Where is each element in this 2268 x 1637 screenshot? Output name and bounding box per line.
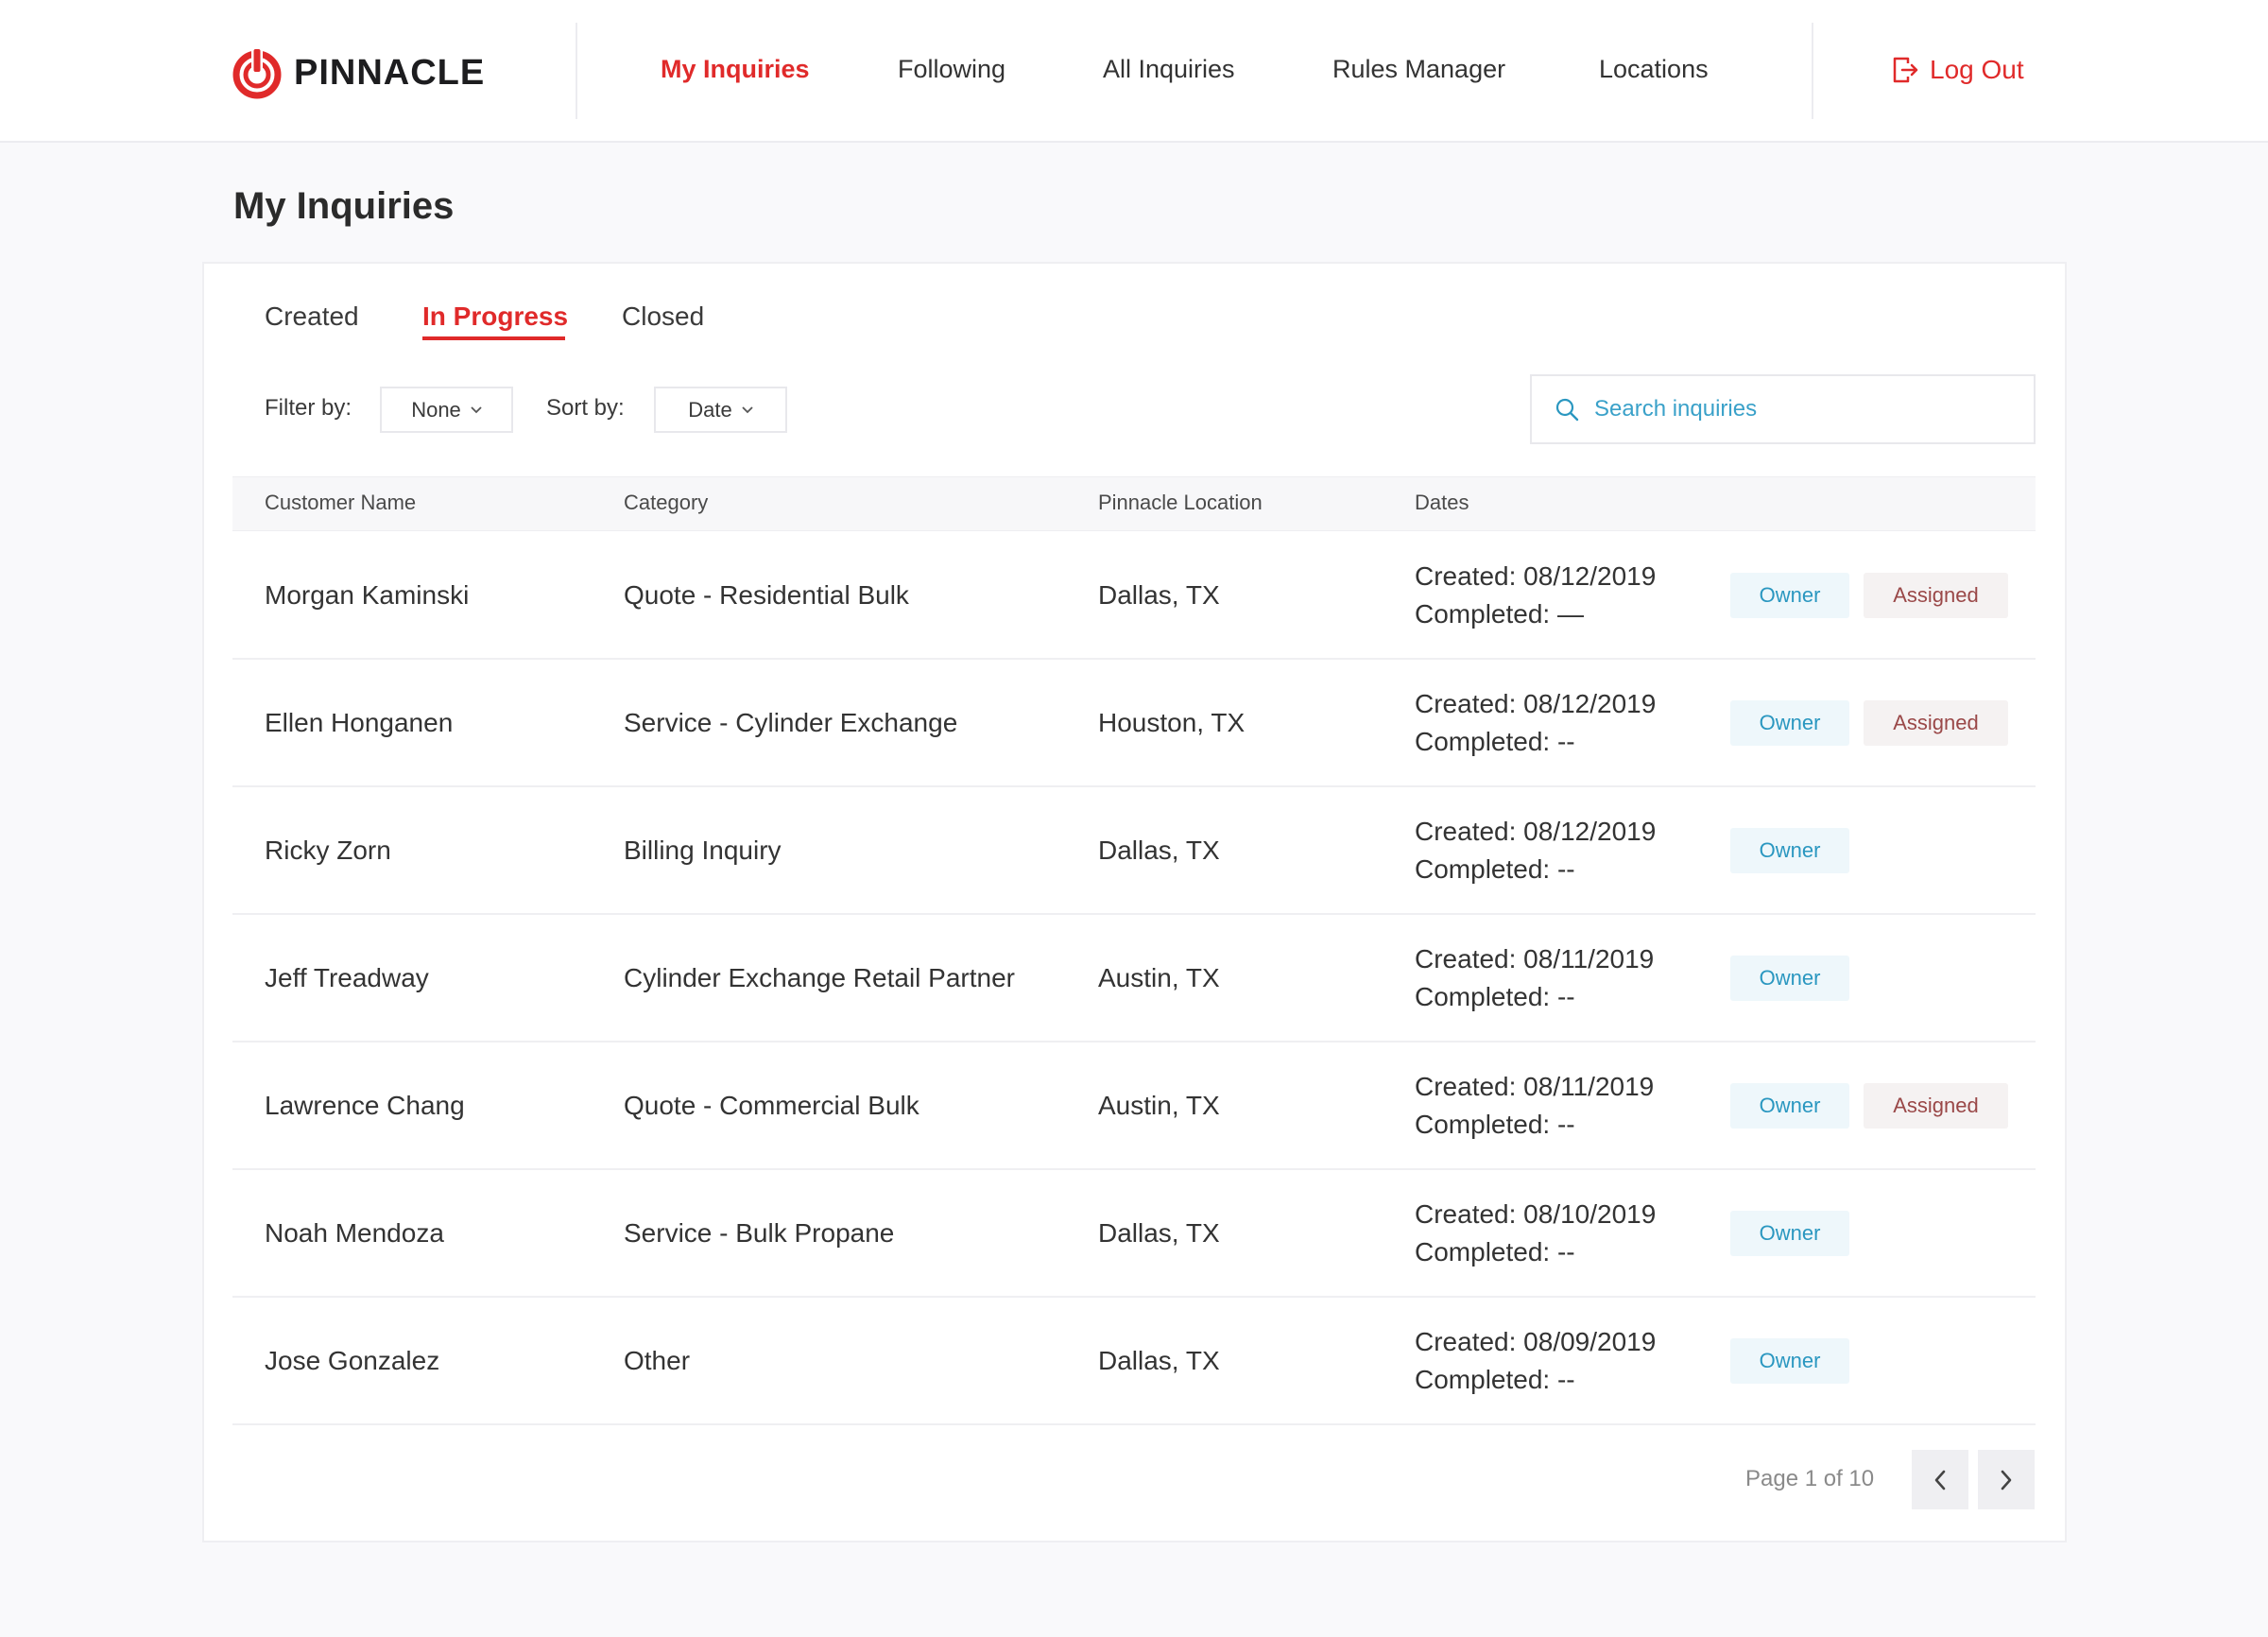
- created-date: Created: 08/11/2019: [1415, 1071, 1655, 1101]
- completed-date: Completed: —: [1415, 598, 1584, 629]
- active-tab-indicator: [422, 336, 565, 340]
- search-box[interactable]: [1530, 374, 2036, 444]
- category: Quote - Commercial Bulk: [624, 1090, 919, 1120]
- completed-date: Completed: --: [1415, 1364, 1575, 1394]
- dates: Created: 08/11/2019 Completed: --: [1415, 940, 1654, 1016]
- dates: Created: 08/11/2019 Completed: --: [1415, 1068, 1654, 1144]
- table-row[interactable]: Jose Gonzalez Other Dallas, TX Created: …: [232, 1298, 2036, 1425]
- logout-button[interactable]: Log Out: [1892, 55, 2024, 85]
- dates: Created: 08/09/2019 Completed: --: [1415, 1323, 1656, 1399]
- nav-all-inquiries[interactable]: All Inquiries: [1103, 55, 1235, 84]
- location: Dallas, TX: [1098, 579, 1220, 610]
- customer-name: Noah Mendoza: [265, 1217, 444, 1248]
- completed-date: Completed: --: [1415, 1236, 1575, 1267]
- customer-name: Ricky Zorn: [265, 835, 391, 865]
- brand-logo[interactable]: PINNACLE: [232, 45, 485, 100]
- tab-in-progress[interactable]: In Progress: [422, 302, 568, 332]
- customer-name: Jeff Treadway: [265, 962, 429, 992]
- created-date: Created: 08/11/2019: [1415, 943, 1655, 974]
- chevron-left-icon: [1934, 1470, 1946, 1490]
- dates: Created: 08/10/2019 Completed: --: [1415, 1196, 1656, 1271]
- location: Austin, TX: [1098, 962, 1220, 992]
- logout-label: Log Out: [1930, 55, 2024, 84]
- location: Dallas, TX: [1098, 1217, 1220, 1248]
- search-input[interactable]: [1594, 396, 2010, 422]
- table-row[interactable]: Lawrence Chang Quote - Commercial Bulk A…: [232, 1043, 2036, 1170]
- created-date: Created: 08/12/2019: [1415, 560, 1657, 591]
- owner-badge: Owner: [1730, 699, 1849, 746]
- customer-name: Jose Gonzalez: [265, 1345, 440, 1375]
- column-header-dates[interactable]: Dates: [1415, 491, 1469, 515]
- table-row[interactable]: Morgan Kaminski Quote - Residential Bulk…: [232, 532, 2036, 660]
- sort-value: Date: [688, 397, 732, 422]
- power-icon: [232, 47, 282, 99]
- customer-name: Morgan Kaminski: [265, 579, 470, 610]
- logout-icon: [1893, 57, 1918, 83]
- category: Quote - Residential Bulk: [624, 579, 909, 610]
- assigned-badge: Assigned: [1864, 572, 2008, 618]
- page-title: My Inquiries: [233, 185, 455, 227]
- table-row[interactable]: Jeff Treadway Cylinder Exchange Retail P…: [232, 915, 2036, 1043]
- chevron-down-icon: [471, 405, 482, 413]
- category: Service - Cylinder Exchange: [624, 707, 958, 737]
- created-date: Created: 08/09/2019: [1415, 1326, 1657, 1356]
- created-date: Created: 08/12/2019: [1415, 688, 1657, 718]
- completed-date: Completed: --: [1415, 853, 1575, 884]
- assigned-badge: Assigned: [1864, 699, 2008, 746]
- location: Houston, TX: [1098, 707, 1246, 737]
- category: Cylinder Exchange Retail Partner: [624, 962, 1015, 992]
- owner-badge: Owner: [1730, 1210, 1849, 1256]
- nav-following[interactable]: Following: [898, 55, 1005, 84]
- chevron-down-icon: [742, 405, 753, 413]
- owner-badge: Owner: [1730, 572, 1849, 618]
- owner-badge: Owner: [1730, 827, 1849, 873]
- dates: Created: 08/12/2019 Completed: —: [1415, 558, 1656, 633]
- filter-dropdown[interactable]: None: [380, 387, 513, 433]
- assigned-badge: Assigned: [1864, 1082, 2008, 1129]
- dates: Created: 08/12/2019 Completed: --: [1415, 813, 1656, 888]
- owner-badge: Owner: [1730, 1337, 1849, 1384]
- nav-my-inquiries[interactable]: My Inquiries: [661, 55, 810, 84]
- category: Billing Inquiry: [624, 835, 782, 865]
- nav-locations[interactable]: Locations: [1599, 55, 1709, 84]
- dates: Created: 08/12/2019 Completed: --: [1415, 685, 1656, 761]
- sort-label: Sort by:: [546, 395, 625, 421]
- table-row[interactable]: Noah Mendoza Service - Bulk Propane Dall…: [232, 1170, 2036, 1298]
- customer-name: Ellen Honganen: [265, 707, 454, 737]
- search-icon: [1555, 398, 1579, 422]
- chevron-right-icon: [2001, 1470, 2012, 1490]
- completed-date: Completed: --: [1415, 981, 1575, 1011]
- header-divider: [1812, 23, 1813, 119]
- created-date: Created: 08/12/2019: [1415, 816, 1657, 846]
- owner-badge: Owner: [1730, 1082, 1849, 1129]
- next-page-button[interactable]: [1978, 1450, 2035, 1509]
- brand-name: PINNACLE: [294, 52, 486, 93]
- column-header-customer-name[interactable]: Customer Name: [265, 491, 416, 515]
- tab-closed[interactable]: Closed: [622, 302, 704, 332]
- location: Dallas, TX: [1098, 835, 1220, 865]
- previous-page-button[interactable]: [1912, 1450, 1968, 1509]
- owner-badge: Owner: [1730, 955, 1849, 1001]
- table-row[interactable]: Ricky Zorn Billing Inquiry Dallas, TX Cr…: [232, 787, 2036, 915]
- customer-name: Lawrence Chang: [265, 1090, 465, 1120]
- location: Austin, TX: [1098, 1090, 1220, 1120]
- header-divider: [576, 23, 577, 119]
- filter-value: None: [411, 397, 461, 422]
- top-navigation-bar: PINNACLE My Inquiries Following All Inqu…: [0, 0, 2268, 143]
- completed-date: Completed: --: [1415, 726, 1575, 756]
- nav-rules-manager[interactable]: Rules Manager: [1332, 55, 1505, 84]
- category: Service - Bulk Propane: [624, 1217, 895, 1248]
- category: Other: [624, 1345, 691, 1375]
- pagination-label: Page 1 of 10: [1745, 1466, 1875, 1491]
- column-header-location[interactable]: Pinnacle Location: [1098, 491, 1263, 515]
- column-header-category[interactable]: Category: [624, 491, 708, 515]
- filter-label: Filter by:: [265, 395, 352, 421]
- location: Dallas, TX: [1098, 1345, 1220, 1375]
- sort-dropdown[interactable]: Date: [654, 387, 787, 433]
- created-date: Created: 08/10/2019: [1415, 1198, 1657, 1229]
- completed-date: Completed: --: [1415, 1109, 1575, 1139]
- tab-created[interactable]: Created: [265, 302, 359, 332]
- table-row[interactable]: Ellen Honganen Service - Cylinder Exchan…: [232, 660, 2036, 787]
